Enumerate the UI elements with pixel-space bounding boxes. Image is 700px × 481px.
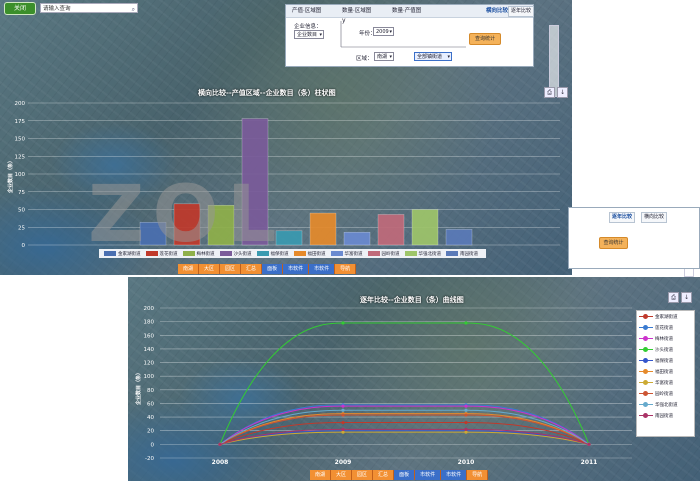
line-legend-marker [639,313,653,319]
line-point-0-1 [341,420,345,425]
line-legend-marker [639,324,653,330]
line-legend-item[interactable]: 福保街道 [637,355,694,366]
line-point-9-2 [464,427,468,431]
line-point-8-1 [341,408,345,412]
line-x-tick-label: 2009 [335,459,352,466]
nav-bar-bottom: 南湖 大区 园区 汇总 面板 市软件 市软件 导航 [310,470,489,480]
line-point-2-2 [464,404,468,408]
line-legend-item[interactable]: 南园街道 [637,410,694,421]
line-legend-item[interactable]: 华富街道 [637,377,694,388]
line-legend-label: 沙头街道 [655,347,673,353]
nav-item[interactable]: 面板 [262,264,284,274]
line-legend-label: 华富街道 [655,380,673,386]
line-y-tick-label: -20 [145,456,154,462]
nav-item[interactable]: 南湖 [178,264,200,274]
nav-item[interactable]: 园区 [352,470,374,480]
line-point-6-2 [464,430,468,434]
line-x-tick-label: 2010 [458,459,475,466]
line-legend-label: 南园街道 [655,413,673,419]
yearly-query-panel: 逐年比较 横向比较 查询统计 [568,207,700,269]
line-x-tick-label: 2008 [212,459,229,466]
tab-horizontal-compare-small[interactable]: 横向比较 [641,212,668,223]
line-point-8-2 [464,408,468,412]
line-legend-marker [639,379,653,385]
query-statistics-button-small[interactable]: 查询统计 [599,237,628,249]
line-series-3 [219,322,590,445]
line-legend-label: 福田街道 [655,369,673,375]
nav-item[interactable]: 市软件 [415,470,442,480]
line-y-tick-label: 40 [147,415,154,421]
line-y-tick-label: 160 [144,333,155,339]
line-point-9-1 [341,427,345,431]
line-point-0-2 [464,420,468,425]
nav-item[interactable]: 园区 [220,264,242,274]
tab-yearly-compare-small[interactable]: 逐年比较 [609,212,636,223]
nav-item[interactable]: 市软件 [283,264,310,274]
line-y-tick-label: 100 [144,374,155,380]
nav-item[interactable]: 大区 [199,264,221,274]
line-legend-marker [639,368,653,374]
line-point-2-1 [341,404,345,408]
nav-item[interactable]: 导航 [335,264,357,274]
line-y-tick-label: 60 [147,401,154,407]
line-point-3-1 [341,321,345,325]
line-legend: 金家湖街道莲花街道梅林街道沙头街道福保街道福田街道华富街道园岭街道华强北街道南园… [636,310,695,437]
line-legend-marker [639,412,653,418]
line-legend-label: 莲花街道 [655,325,673,331]
line-legend-marker [639,390,653,396]
line-point-7-1 [341,413,345,417]
nav-bar-top: 南湖 大区 园区 汇总 面板 市软件 市软件 导航 [178,264,357,274]
nav-item[interactable]: 面板 [394,470,416,480]
nav-item[interactable]: 汇总 [373,470,395,480]
line-legend-marker [639,335,653,341]
line-point-6-1 [341,430,345,434]
line-y-tick-label: 180 [144,320,155,326]
nav-item[interactable]: 大区 [331,470,353,480]
line-x-tick-label: 2011 [581,459,598,466]
line-y-tick-label: 140 [144,347,155,353]
line-legend-marker [639,346,653,352]
line-legend-label: 梅林街道 [655,336,673,342]
line-legend-label: 金家湖街道 [655,314,678,320]
line-legend-item[interactable]: 福田街道 [637,366,694,377]
line-legend-item[interactable]: 梅林街道 [637,333,694,344]
line-y-tick-label: 200 [144,306,155,312]
nav-item[interactable]: 汇总 [241,264,263,274]
line-y-tick-label: 80 [147,388,154,394]
watermark-logo: ZOL [88,170,285,260]
line-legend-item[interactable]: 金家湖街道 [637,311,694,322]
line-legend-marker [639,357,653,363]
nav-item[interactable]: 南湖 [310,470,332,480]
line-legend-item[interactable]: 沙头街道 [637,344,694,355]
nav-item[interactable]: 市软件 [441,470,468,480]
line-legend-marker [639,401,653,407]
line-legend-item[interactable]: 莲花街道 [637,322,694,333]
line-legend-label: 福保街道 [655,358,673,364]
line-y-tick-label: 120 [144,361,155,367]
line-point-3-2 [464,321,468,325]
line-series-2 [219,405,590,445]
line-point-9-3 [587,442,591,446]
line-y-tick-label: 20 [147,429,154,435]
line-legend-item[interactable]: 园岭街道 [637,388,694,399]
line-point-9-0 [218,442,222,446]
line-legend-label: 华强北街道 [655,402,678,408]
line-legend-label: 园岭街道 [655,391,673,397]
nav-item[interactable]: 导航 [467,470,489,480]
nav-item[interactable]: 市软件 [309,264,336,274]
line-y-tick-label: 0 [151,442,155,448]
line-point-7-2 [464,413,468,417]
line-legend-item[interactable]: 华强北街道 [637,399,694,410]
